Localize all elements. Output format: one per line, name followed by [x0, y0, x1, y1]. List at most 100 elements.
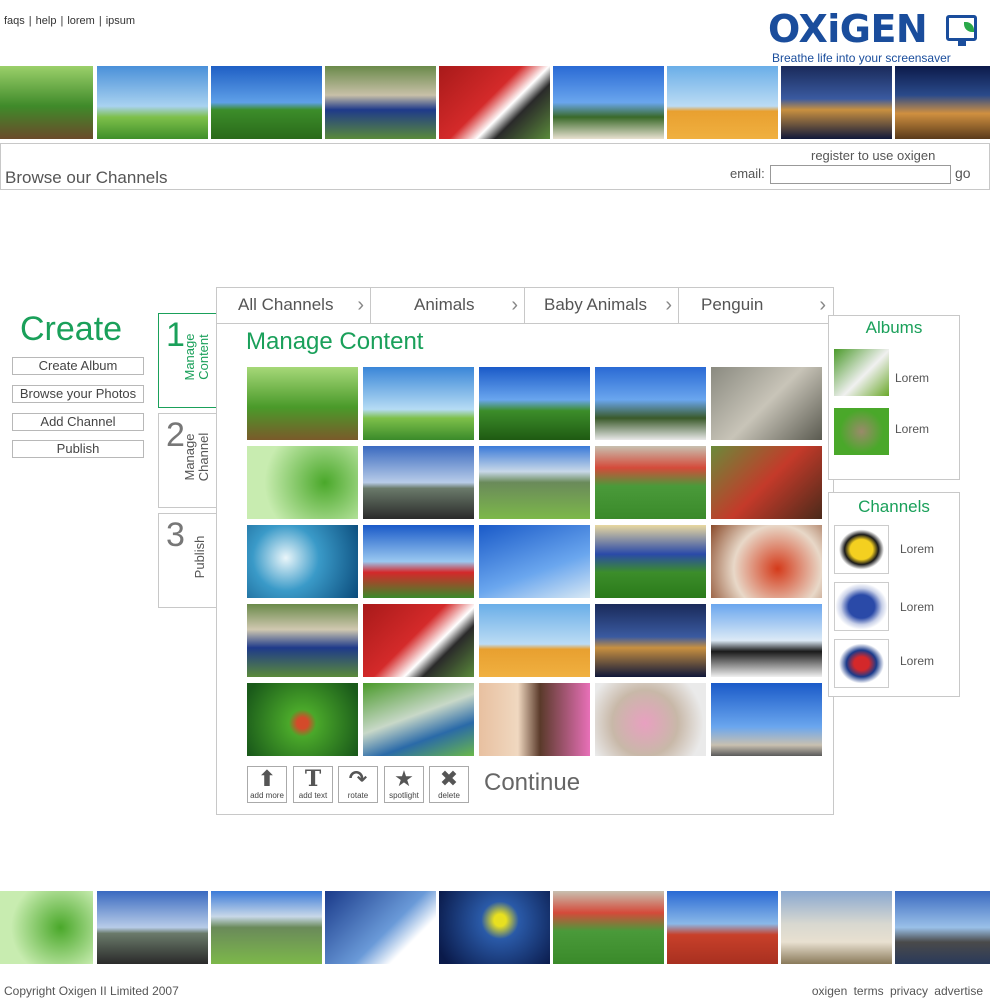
- lorem-link[interactable]: lorem: [67, 15, 95, 27]
- channel-label[interactable]: Lorem: [900, 654, 934, 668]
- top-links: faqs | help | lorem | ipsum: [4, 15, 135, 27]
- road-thumbnail[interactable]: [97, 891, 208, 964]
- colosseum-thumbnail[interactable]: [895, 66, 990, 139]
- album-label[interactable]: Lorem: [895, 371, 929, 385]
- goalkeeper-thumbnail[interactable]: [439, 891, 550, 964]
- photo-thumbnail[interactable]: [479, 446, 590, 519]
- photo-thumbnail[interactable]: [247, 446, 358, 519]
- goal-net-thumbnail[interactable]: [325, 891, 436, 964]
- rotate-button[interactable]: ↷ rotate: [338, 766, 378, 803]
- spotlight-button[interactable]: ★ spotlight: [384, 766, 424, 803]
- tower-bridge-thumbnail[interactable]: [781, 66, 892, 139]
- football-match-thumbnail[interactable]: [553, 891, 664, 964]
- breadcrumb-animals[interactable]: Animals ›: [371, 287, 525, 323]
- photo-thumbnail[interactable]: [247, 367, 358, 440]
- photo-thumbnail[interactable]: [595, 604, 706, 677]
- ipsum-link[interactable]: ipsum: [106, 15, 135, 27]
- photo-thumbnail[interactable]: [247, 525, 358, 598]
- photo-thumbnail[interactable]: [247, 604, 358, 677]
- help-link[interactable]: help: [36, 15, 57, 27]
- football-legs-thumbnail[interactable]: [325, 66, 436, 139]
- channel-label[interactable]: Lorem: [900, 542, 934, 556]
- step-manage-content[interactable]: 1 Manage Content: [158, 313, 222, 408]
- register-link[interactable]: register to use oxigen: [811, 148, 935, 163]
- chevron-right-icon: ›: [665, 294, 672, 316]
- album-label[interactable]: Lorem: [895, 422, 929, 436]
- delete-icon: ✖: [439, 766, 459, 791]
- daffodil-thumbnail[interactable]: [211, 66, 322, 139]
- channel-thumbnail[interactable]: [834, 525, 889, 574]
- album-thumbnail[interactable]: [834, 349, 889, 396]
- photo-thumbnail[interactable]: [595, 525, 706, 598]
- breadcrumb-penguin[interactable]: Penguin ›: [679, 287, 832, 323]
- photo-thumbnail[interactable]: [247, 683, 358, 756]
- copyright-text: Copyright Oxigen II Limited 2007: [4, 984, 179, 998]
- photo-thumbnail[interactable]: [363, 367, 474, 440]
- email-field[interactable]: [770, 165, 951, 184]
- meadow-thumbnail[interactable]: [97, 66, 208, 139]
- continue-button[interactable]: Continue: [484, 769, 580, 797]
- photo-thumbnail[interactable]: [479, 367, 590, 440]
- rotate-icon: ↷: [348, 766, 368, 791]
- mountain-thumbnail[interactable]: [211, 891, 322, 964]
- photo-thumbnail[interactable]: [479, 525, 590, 598]
- step-label: Manage Channel: [182, 432, 211, 482]
- channel-thumbnail[interactable]: [834, 582, 889, 631]
- browse-photos-button[interactable]: Browse your Photos: [12, 385, 144, 403]
- add-channel-button[interactable]: Add Channel: [12, 413, 144, 431]
- go-button[interactable]: go: [955, 165, 971, 181]
- delete-button[interactable]: ✖ delete: [429, 766, 469, 803]
- red-square-thumbnail[interactable]: [667, 891, 778, 964]
- add-more-button[interactable]: ⬆ add more: [247, 766, 287, 803]
- terms-link[interactable]: terms: [854, 984, 884, 998]
- photo-thumbnail[interactable]: [479, 604, 590, 677]
- step-manage-channel[interactable]: 2 Manage Channel: [158, 413, 222, 508]
- photo-thumbnail[interactable]: [363, 525, 474, 598]
- photo-thumbnail[interactable]: [711, 525, 822, 598]
- browse-channels-title: Browse our Channels: [5, 168, 168, 187]
- oxigen-logo[interactable]: OXiGEN Breathe life into your screensave…: [768, 6, 984, 66]
- photo-thumbnail[interactable]: [363, 446, 474, 519]
- step-label: Manage Content: [182, 333, 211, 381]
- brooklyn-bridge-thumbnail[interactable]: [895, 891, 990, 964]
- album-thumbnail[interactable]: [834, 408, 889, 455]
- add-text-button[interactable]: T add text: [293, 766, 333, 803]
- channel-thumbnail[interactable]: [834, 639, 889, 688]
- breadcrumb-all-channels[interactable]: All Channels ›: [216, 287, 371, 323]
- step-label: Publish: [192, 535, 207, 579]
- chevron-right-icon: ›: [819, 294, 826, 316]
- photo-thumbnail[interactable]: [479, 683, 590, 756]
- photo-thumbnail[interactable]: [595, 367, 706, 440]
- browse-bar: Browse our Channels register to use oxig…: [0, 143, 990, 190]
- photo-thumbnail[interactable]: [711, 367, 822, 440]
- add-text-icon: T: [304, 766, 322, 792]
- logo-tagline: Breathe life into your screensaver: [772, 51, 951, 65]
- breadcrumb-baby-animals[interactable]: Baby Animals ›: [525, 287, 679, 323]
- create-album-button[interactable]: Create Album: [12, 357, 144, 375]
- photo-thumbnail[interactable]: [711, 683, 822, 756]
- camel-thumbnail[interactable]: [667, 66, 778, 139]
- taj-mahal-thumbnail[interactable]: [781, 891, 892, 964]
- advertise-link[interactable]: advertise: [934, 984, 983, 998]
- forest-thumbnail[interactable]: [0, 66, 93, 139]
- privacy-link[interactable]: privacy: [890, 984, 928, 998]
- faqs-link[interactable]: faqs: [4, 15, 25, 27]
- chevron-right-icon: ›: [511, 294, 518, 316]
- photo-thumbnail[interactable]: [363, 604, 474, 677]
- fans-thumbnail[interactable]: [553, 66, 664, 139]
- photo-thumbnail[interactable]: [711, 446, 822, 519]
- tool-label: rotate: [347, 791, 369, 800]
- photo-thumbnail[interactable]: [711, 604, 822, 677]
- breadcrumb-label: Baby Animals: [544, 295, 647, 314]
- photo-thumbnail[interactable]: [363, 683, 474, 756]
- leaves-thumbnail[interactable]: [0, 891, 93, 964]
- publish-button[interactable]: Publish: [12, 440, 144, 458]
- photo-thumbnail[interactable]: [595, 683, 706, 756]
- step-publish[interactable]: 3 Publish: [158, 513, 222, 608]
- channel-label[interactable]: Lorem: [900, 600, 934, 614]
- football-nine-thumbnail[interactable]: [439, 66, 550, 139]
- photo-thumbnail[interactable]: [595, 446, 706, 519]
- channels-title: Channels: [858, 497, 930, 516]
- oxigen-link[interactable]: oxigen: [812, 984, 847, 998]
- chevron-right-icon: ›: [357, 294, 364, 316]
